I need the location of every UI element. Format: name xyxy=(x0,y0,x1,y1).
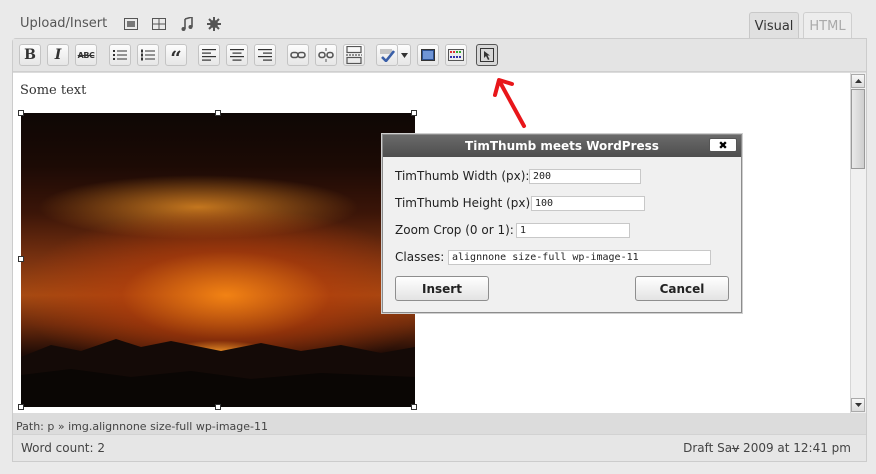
scroll-thumb[interactable] xyxy=(851,89,865,169)
sunset-image[interactable] xyxy=(21,113,415,407)
resize-handle-n[interactable] xyxy=(215,110,221,116)
more-tag-icon xyxy=(346,46,362,64)
scroll-down-button[interactable] xyxy=(851,398,865,412)
media-icon[interactable] xyxy=(206,16,222,32)
zoom-crop-input[interactable]: 1 xyxy=(516,223,630,238)
media-bar: Upload/Insert xyxy=(0,0,876,38)
word-count: Word count: 2 xyxy=(21,441,106,455)
resize-handle-sw[interactable] xyxy=(18,404,24,410)
align-center-button[interactable] xyxy=(226,44,248,66)
spellcheck-dropdown[interactable] xyxy=(398,44,411,66)
arrow-down-icon xyxy=(854,403,862,407)
arrow-up-icon xyxy=(854,79,862,83)
link-icon xyxy=(290,51,306,59)
kitchen-sink-icon xyxy=(448,49,464,61)
dialog-close-button[interactable]: ✖ xyxy=(709,138,737,152)
spellcheck-button[interactable] xyxy=(376,44,398,66)
image-icon[interactable] xyxy=(123,16,139,32)
resize-handle-nw[interactable] xyxy=(18,110,24,116)
timthumb-dialog: TimThumb meets WordPress ✖ TimThumb Widt… xyxy=(382,134,742,313)
editor-text: Some text xyxy=(20,83,87,98)
resize-handle-w[interactable] xyxy=(18,256,24,262)
align-left-button[interactable] xyxy=(198,44,220,66)
bold-label: B xyxy=(24,47,36,63)
italic-label: I xyxy=(54,47,62,63)
tab-visual[interactable]: Visual xyxy=(749,12,799,39)
unordered-list-icon xyxy=(113,50,127,60)
insert-button[interactable]: Insert xyxy=(395,276,489,301)
blockquote-icon: “ xyxy=(170,46,182,70)
spellcheck-icon xyxy=(380,49,395,62)
bold-button[interactable]: B xyxy=(19,44,41,66)
unordered-list-button[interactable] xyxy=(109,44,131,66)
dialog-title: TimThumb meets WordPress xyxy=(383,135,741,157)
width-input[interactable]: 200 xyxy=(529,169,641,184)
hills-silhouette xyxy=(21,339,415,407)
resize-handle-ne[interactable] xyxy=(411,110,417,116)
zoom-crop-label: Zoom Crop (0 or 1): xyxy=(395,223,514,237)
align-right-button[interactable] xyxy=(254,44,276,66)
classes-label: Classes: xyxy=(395,250,445,264)
ordered-list-button[interactable] xyxy=(137,44,159,66)
draft-saved-status: Draft Sav̶ 2009 at 12:41 pm xyxy=(683,441,851,455)
align-left-icon xyxy=(202,49,216,61)
annotation-arrow-icon xyxy=(493,78,526,128)
strikethrough-label: ABC xyxy=(77,50,95,60)
strikethrough-button[interactable]: ABC xyxy=(75,44,97,66)
insert-link-button[interactable] xyxy=(287,44,309,66)
unlink-button[interactable] xyxy=(315,44,337,66)
width-label: TimThumb Width (px): xyxy=(395,169,530,183)
blockquote-button[interactable]: “ xyxy=(165,44,187,70)
classes-input[interactable]: alignnone size-full wp-image-11 xyxy=(448,250,711,265)
fullscreen-button[interactable] xyxy=(417,44,439,66)
align-right-icon xyxy=(258,49,272,61)
fullscreen-icon xyxy=(421,49,435,61)
resize-handle-se[interactable] xyxy=(411,404,417,410)
tab-html[interactable]: HTML xyxy=(803,12,852,39)
chevron-down-icon xyxy=(400,52,408,58)
close-icon: ✖ xyxy=(718,138,728,152)
upload-insert-label: Upload/Insert xyxy=(20,16,108,31)
height-input[interactable]: 100 xyxy=(531,196,645,211)
audio-icon[interactable] xyxy=(179,16,195,32)
ordered-list-icon xyxy=(141,49,155,61)
cancel-button[interactable]: Cancel xyxy=(635,276,729,301)
element-path: Path: p » img.alignnone size-full wp-ima… xyxy=(16,420,268,433)
align-center-icon xyxy=(230,49,244,61)
resize-handle-s[interactable] xyxy=(215,404,221,410)
kitchen-sink-button[interactable] xyxy=(445,44,467,66)
scroll-up-button[interactable] xyxy=(851,74,865,88)
italic-button[interactable]: I xyxy=(47,44,69,66)
video-icon[interactable] xyxy=(151,16,167,32)
unlink-icon xyxy=(318,48,334,62)
height-label: TimThumb Height (px): xyxy=(395,196,535,210)
timthumb-icon xyxy=(480,48,494,62)
insert-more-button[interactable] xyxy=(343,44,365,66)
timthumb-button[interactable] xyxy=(476,44,498,66)
